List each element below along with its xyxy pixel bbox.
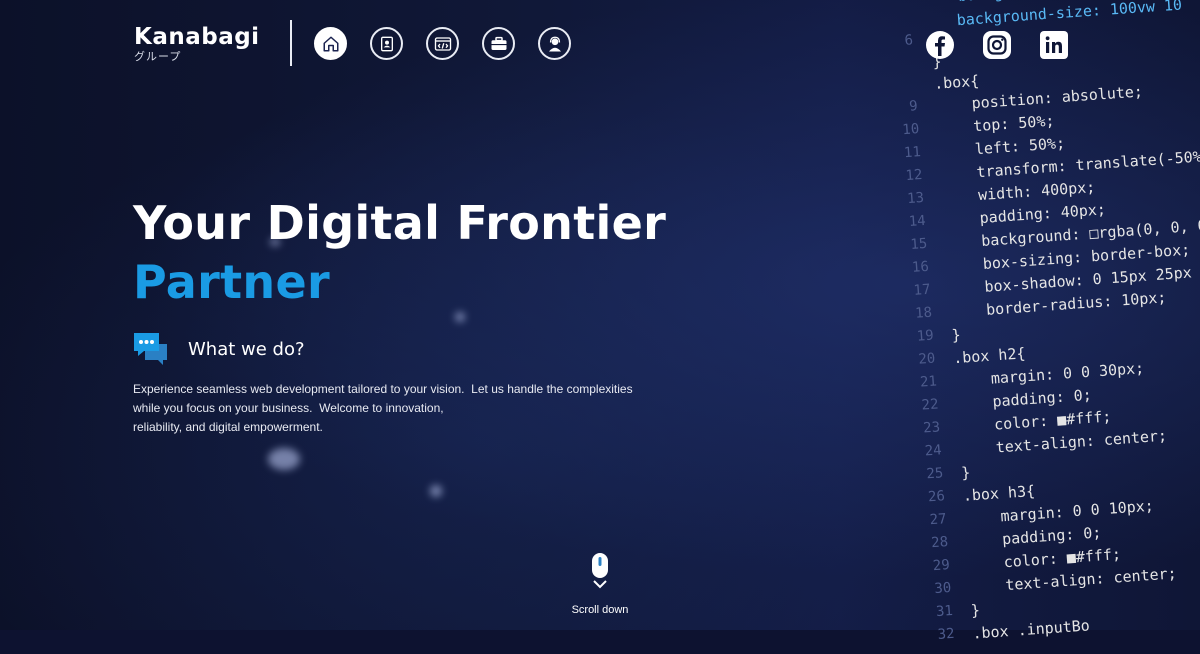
what-we-do-label: What we do? <box>188 338 305 360</box>
line-number: 14 <box>908 212 927 231</box>
nav-about-button[interactable] <box>370 27 403 60</box>
line-number: 25 <box>925 465 944 483</box>
description-line: Experience seamless web development tail… <box>133 382 633 396</box>
hero-heading: Your Digital Frontier Partner <box>133 194 666 312</box>
brand-logo[interactable]: Kanabagi グループ <box>134 24 260 64</box>
brand-name: Kanabagi <box>134 24 260 50</box>
instagram-link[interactable] <box>982 30 1012 60</box>
line-number: 10 <box>901 121 920 139</box>
main-nav <box>314 27 571 60</box>
brand-subtitle: グループ <box>134 50 182 63</box>
scroll-down-label: Scroll down <box>571 604 629 616</box>
line-number: 28 <box>930 534 949 552</box>
line-number: 22 <box>921 396 940 414</box>
line-number: 26 <box>927 488 946 506</box>
chat-bubbles-icon <box>134 333 167 365</box>
facebook-link[interactable] <box>925 30 955 60</box>
nav-portfolio-button[interactable] <box>482 27 515 60</box>
home-icon <box>323 36 338 51</box>
hero-title: Your Digital Frontier <box>133 196 667 250</box>
site-header: Kanabagi グループ <box>0 0 1200 90</box>
social-links <box>925 30 1069 60</box>
line-number: 27 <box>929 511 948 529</box>
line-number: 24 <box>924 442 943 460</box>
line-number: 20 <box>917 350 936 368</box>
line-number: 13 <box>906 189 925 208</box>
nav-contact-button[interactable] <box>538 27 571 60</box>
code-window-icon <box>434 36 451 51</box>
line-number: 11 <box>903 144 922 162</box>
line-number: 17 <box>913 281 932 299</box>
blurred-code-background <box>560 60 820 580</box>
line-number: 30 <box>933 579 952 598</box>
nav-home-button[interactable] <box>314 27 347 60</box>
linkedin-link[interactable] <box>1039 30 1069 60</box>
description-line: while you focus on your business. Welcom… <box>133 401 444 415</box>
instagram-icon <box>983 31 1011 59</box>
line-number: 18 <box>914 304 933 322</box>
line-number: 12 <box>905 166 923 185</box>
contacts-book-icon <box>380 36 393 51</box>
code-text: } <box>960 463 971 482</box>
line-number: 9 <box>908 98 919 115</box>
line-number: 15 <box>909 235 928 253</box>
line-number: 23 <box>922 419 941 437</box>
bokeh-light <box>455 312 465 322</box>
code-editor-background: background: url( background-size: 100vw … <box>830 0 1200 643</box>
mouse-icon <box>592 553 608 589</box>
line-number: 16 <box>911 258 930 276</box>
briefcase-icon <box>491 36 506 50</box>
facebook-icon <box>926 31 954 59</box>
line-number: 19 <box>916 327 935 345</box>
nav-services-button[interactable] <box>426 27 459 60</box>
hero-description: Experience seamless web development tail… <box>133 380 673 437</box>
support-agent-icon <box>548 36 561 51</box>
what-we-do: What we do? <box>133 332 305 366</box>
line-number: 31 <box>935 602 954 621</box>
hero-title-accent: Partner <box>133 255 330 309</box>
linkedin-icon <box>1040 31 1068 59</box>
header-divider <box>290 20 292 66</box>
code-text: } <box>970 601 981 620</box>
scroll-down-button[interactable]: Scroll down <box>560 552 640 616</box>
bokeh-light <box>268 448 300 470</box>
bokeh-light <box>430 485 442 497</box>
line-number: 21 <box>919 373 938 391</box>
description-line: reliability, and digital empowerment. <box>133 420 323 434</box>
line-number: 29 <box>932 557 951 575</box>
code-text: } <box>951 325 962 345</box>
